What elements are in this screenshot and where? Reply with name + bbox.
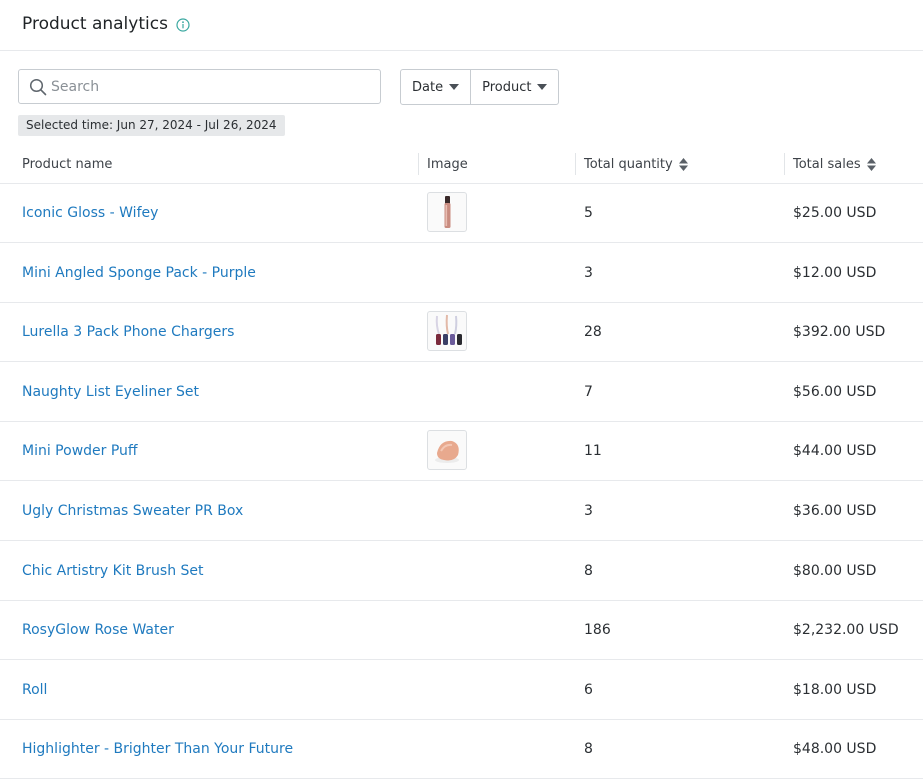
powder-puff-image — [435, 440, 459, 463]
total-quantity: 3 — [584, 502, 593, 519]
column-divider — [575, 153, 576, 175]
column-label: Product name — [22, 156, 113, 172]
total-quantity: 3 — [584, 264, 593, 281]
product-name-link[interactable]: RosyGlow Rose Water — [22, 622, 174, 638]
lip-gloss-image — [444, 196, 451, 228]
table-row: Mini Powder Puff 11 $44.00 USD — [0, 421, 923, 481]
column-header-image: Image — [427, 145, 468, 183]
total-quantity: 8 — [584, 740, 593, 757]
product-name-link[interactable]: Roll — [22, 682, 47, 698]
total-quantity: 5 — [584, 204, 593, 221]
table-row: Iconic Gloss - Wifey 5 $25.00 USD — [0, 183, 923, 243]
column-header-total-sales[interactable]: Total sales — [793, 145, 876, 183]
column-divider — [784, 153, 785, 175]
product-filter-label: Product — [482, 79, 532, 95]
product-name-link[interactable]: Lurella 3 Pack Phone Chargers — [22, 324, 234, 340]
date-filter-label: Date — [412, 79, 444, 95]
product-name-link[interactable]: Highlighter - Brighter Than Your Future — [22, 741, 293, 757]
total-sales: $44.00 USD — [793, 442, 877, 459]
total-sales: $56.00 USD — [793, 383, 877, 400]
total-sales: $25.00 USD — [793, 204, 877, 221]
column-header-product-name: Product name — [22, 145, 112, 183]
column-divider — [418, 153, 419, 175]
total-sales: $36.00 USD — [793, 502, 877, 519]
column-label: Image — [427, 156, 468, 172]
total-quantity: 6 — [584, 681, 593, 698]
total-quantity: 28 — [584, 323, 602, 340]
total-quantity: 186 — [584, 621, 611, 638]
page-header: Product analytics — [0, 0, 923, 51]
table-row: Mini Angled Sponge Pack - Purple 3 $12.0… — [0, 243, 923, 303]
search-box[interactable] — [18, 69, 381, 104]
search-input[interactable] — [51, 70, 371, 103]
product-name-link[interactable]: Mini Powder Puff — [22, 443, 138, 459]
total-sales: $2,232.00 USD — [793, 621, 899, 638]
product-name-link[interactable]: Chic Artistry Kit Brush Set — [22, 563, 204, 579]
total-quantity: 7 — [584, 383, 593, 400]
total-sales: $12.00 USD — [793, 264, 877, 281]
phone-chargers-image — [435, 314, 462, 345]
product-thumbnail — [427, 192, 467, 232]
table-header: Product name Image Total quantity Total … — [0, 145, 923, 184]
sort-icon[interactable] — [678, 157, 688, 171]
total-sales: $392.00 USD — [793, 323, 886, 340]
column-label: Total sales — [793, 156, 861, 172]
table-row: Roll 6 $18.00 USD — [0, 660, 923, 720]
page-title: Product analytics — [22, 14, 168, 34]
total-sales: $48.00 USD — [793, 740, 877, 757]
total-sales: $80.00 USD — [793, 562, 877, 579]
search-icon — [29, 78, 47, 96]
column-label: Total quantity — [584, 156, 673, 172]
product-name-link[interactable]: Iconic Gloss - Wifey — [22, 205, 158, 221]
filter-group: Date Product — [400, 69, 560, 105]
date-filter-button[interactable]: Date — [401, 70, 470, 104]
product-thumbnail — [427, 311, 467, 351]
info-circle-icon[interactable] — [176, 18, 190, 32]
table-row: RosyGlow Rose Water 186 $2,232.00 USD — [0, 600, 923, 660]
product-name-link[interactable]: Mini Angled Sponge Pack - Purple — [22, 265, 256, 281]
table-row: Highlighter - Brighter Than Your Future … — [0, 719, 923, 779]
caret-down-icon — [449, 84, 460, 90]
table-row: Chic Artistry Kit Brush Set 8 $80.00 USD — [0, 541, 923, 601]
total-quantity: 11 — [584, 442, 602, 459]
total-sales: $18.00 USD — [793, 681, 877, 698]
selected-time-badge: Selected time: Jun 27, 2024 - Jul 26, 20… — [18, 115, 285, 136]
table-row: Ugly Christmas Sweater PR Box 3 $36.00 U… — [0, 481, 923, 541]
product-filter-button[interactable]: Product — [470, 70, 558, 104]
product-thumbnail — [427, 430, 467, 470]
sort-icon[interactable] — [866, 157, 876, 171]
column-header-total-quantity[interactable]: Total quantity — [584, 145, 688, 183]
caret-down-icon — [537, 84, 548, 90]
table-row: Lurella 3 Pack Phone Chargers 28 $392.00… — [0, 302, 923, 362]
product-name-link[interactable]: Naughty List Eyeliner Set — [22, 384, 199, 400]
product-name-link[interactable]: Ugly Christmas Sweater PR Box — [22, 503, 243, 519]
table-row: Naughty List Eyeliner Set 7 $56.00 USD — [0, 362, 923, 422]
total-quantity: 8 — [584, 562, 593, 579]
